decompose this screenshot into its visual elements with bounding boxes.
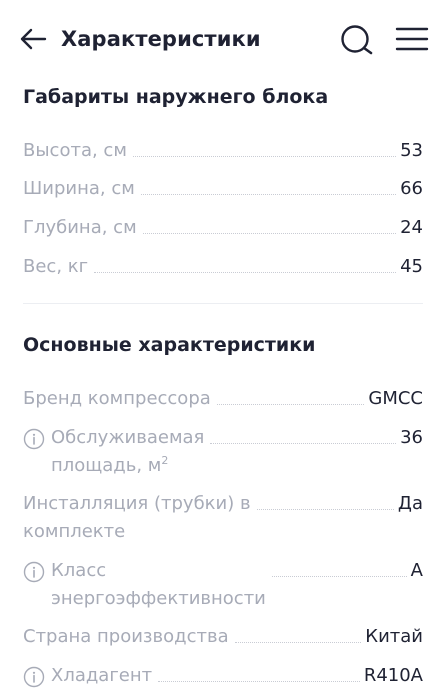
spec-label: Ширина, см [23,178,135,199]
spec-value: GMCC [368,388,423,409]
spec-value: R410A [363,665,423,686]
menu-icon[interactable] [395,24,429,54]
dotted-leader [158,662,360,682]
spec-row-energy-class: Класс энергоэффективности А [23,557,423,613]
spec-value: 66 [400,178,423,199]
spec-row-country: Страна производства Китай [23,623,423,651]
dotted-leader [94,253,397,273]
info-icon[interactable] [23,428,45,450]
spec-value: А [410,560,423,581]
dotted-leader [256,490,394,510]
spec-label: Бренд компрессора [23,388,211,409]
dotted-leader [271,557,407,577]
info-icon[interactable] [23,666,45,688]
spec-label: Глубина, см [23,217,137,238]
spec-label: Класс [51,560,107,581]
info-icon[interactable] [23,561,45,583]
spec-row-refrigerant: Хладагент R410A [23,662,423,690]
spec-label: Высота, см [23,140,127,161]
spec-label-continued: площадь, м2 [51,454,169,476]
arrow-left-icon[interactable] [18,24,48,54]
superscript: 2 [161,454,169,467]
spec-row-width: Ширина, см 66 [23,175,423,203]
section-title-dimensions: Габариты наружнего блока [23,86,329,108]
section-divider [23,303,423,304]
spec-label: Вес, кг [23,256,89,277]
spec-row-compressor-brand: Бренд компрессора GMCC [23,385,423,413]
spec-value: 45 [400,256,423,277]
dotted-leader [140,175,397,195]
spec-label-continued: комплекте [23,521,126,542]
spec-label-continued: энергоэффективности [51,588,266,609]
dotted-leader [216,385,365,405]
spec-label: Хладагент [51,665,153,686]
spec-value: 53 [400,140,423,161]
section-title-main-specs: Основные характеристики [23,334,316,356]
spec-row-height: Высота, см 53 [23,137,423,165]
spec-label: Страна производства [23,626,229,647]
spec-value: Да [397,493,423,514]
spec-row-depth: Глубина, см 24 [23,214,423,242]
spec-label: Обслуживаемая [51,427,205,448]
page-title: Характеристики [61,27,261,51]
app-header: Характеристики [0,0,445,78]
spec-value: Китай [365,626,423,647]
spec-value: 36 [400,427,423,448]
search-icon[interactable] [339,22,375,58]
spec-row-installation: Инсталляция (трубки) в комплекте Да [23,490,423,546]
dotted-leader [142,214,397,234]
dotted-leader [234,623,362,643]
spec-label: Инсталляция (трубки) в [23,493,251,514]
spec-row-service-area: Обслуживаемая площадь, м2 36 [23,424,423,480]
dotted-leader [132,137,397,157]
spec-row-weight: Вес, кг 45 [23,253,423,281]
spec-value: 24 [400,217,423,238]
dotted-leader [210,424,397,444]
